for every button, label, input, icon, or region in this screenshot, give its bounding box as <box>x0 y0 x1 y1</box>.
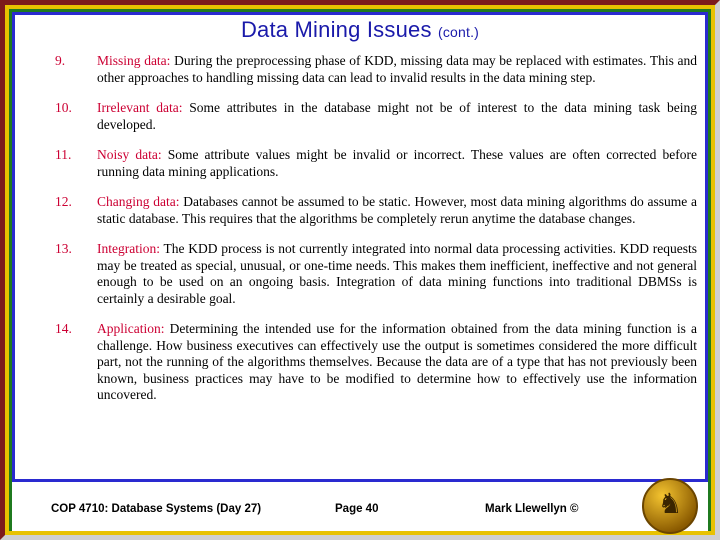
list-item: 10. Irrelevant data: Some attributes in … <box>55 100 697 133</box>
list-item-body: Integration: The KDD process is not curr… <box>97 241 697 307</box>
list-item-text: Some attribute values might be invalid o… <box>97 147 697 179</box>
slide-footer: COP 4710: Database Systems (Day 27) Page… <box>15 492 705 526</box>
page-title: Data Mining Issues (cont.) <box>15 15 705 43</box>
list-item-text: Databases cannot be assumed to be static… <box>97 194 697 226</box>
list-item-number: 13. <box>55 241 72 256</box>
list-item: 9. Missing data: During the preprocessin… <box>55 53 697 86</box>
list-item: 14. Application: Determining the intende… <box>55 321 697 404</box>
list-item-number: 12. <box>55 194 72 209</box>
page-title-continued: (cont.) <box>437 24 480 40</box>
list-item-text: Some attributes in the database might no… <box>97 100 697 132</box>
list-item-body: Irrelevant data: Some attributes in the … <box>97 100 697 133</box>
list-item-body: Noisy data: Some attribute values might … <box>97 147 697 180</box>
footer-page-number: Page 40 <box>335 503 379 515</box>
list-item-body: Application: Determining the intended us… <box>97 321 697 404</box>
list-item-lead: Noisy data: <box>97 147 162 162</box>
page-title-main: Data Mining Issues <box>240 17 432 42</box>
list-item: 13. Integration: The KDD process is not … <box>55 241 697 307</box>
list-item-lead: Integration: <box>97 241 160 256</box>
list-item: 12. Changing data: Databases cannot be a… <box>55 194 697 227</box>
list-item-lead: Application: <box>97 321 165 336</box>
list-item-text: During the preprocessing phase of KDD, m… <box>97 53 698 85</box>
slide: Data Mining Issues (cont.) 9. Missing da… <box>0 0 720 540</box>
list-item-body: Changing data: Databases cannot be assum… <box>97 194 697 227</box>
list-item-number: 9. <box>55 53 66 68</box>
knight-icon: ♞ <box>657 488 683 520</box>
list-item-number: 10. <box>55 100 72 115</box>
issues-list: 9. Missing data: During the preprocessin… <box>15 53 705 404</box>
list-item-lead: Changing data: <box>97 194 180 209</box>
list-item-text: The KDD process is not currently integra… <box>97 241 697 306</box>
list-item: 11. Noisy data: Some attribute values mi… <box>55 147 697 180</box>
ucf-knight-logo: ♞ <box>642 478 698 534</box>
slide-content: Data Mining Issues (cont.) 9. Missing da… <box>15 15 705 485</box>
list-item-number: 14. <box>55 321 72 336</box>
footer-course: COP 4710: Database Systems (Day 27) <box>51 503 262 515</box>
list-item-text: Determining the intended use for the inf… <box>97 321 697 402</box>
list-item-lead: Irrelevant data: <box>97 100 183 115</box>
list-item-lead: Missing data: <box>97 53 171 68</box>
list-item-body: Missing data: During the preprocessing p… <box>97 53 697 86</box>
list-item-number: 11. <box>55 147 72 162</box>
